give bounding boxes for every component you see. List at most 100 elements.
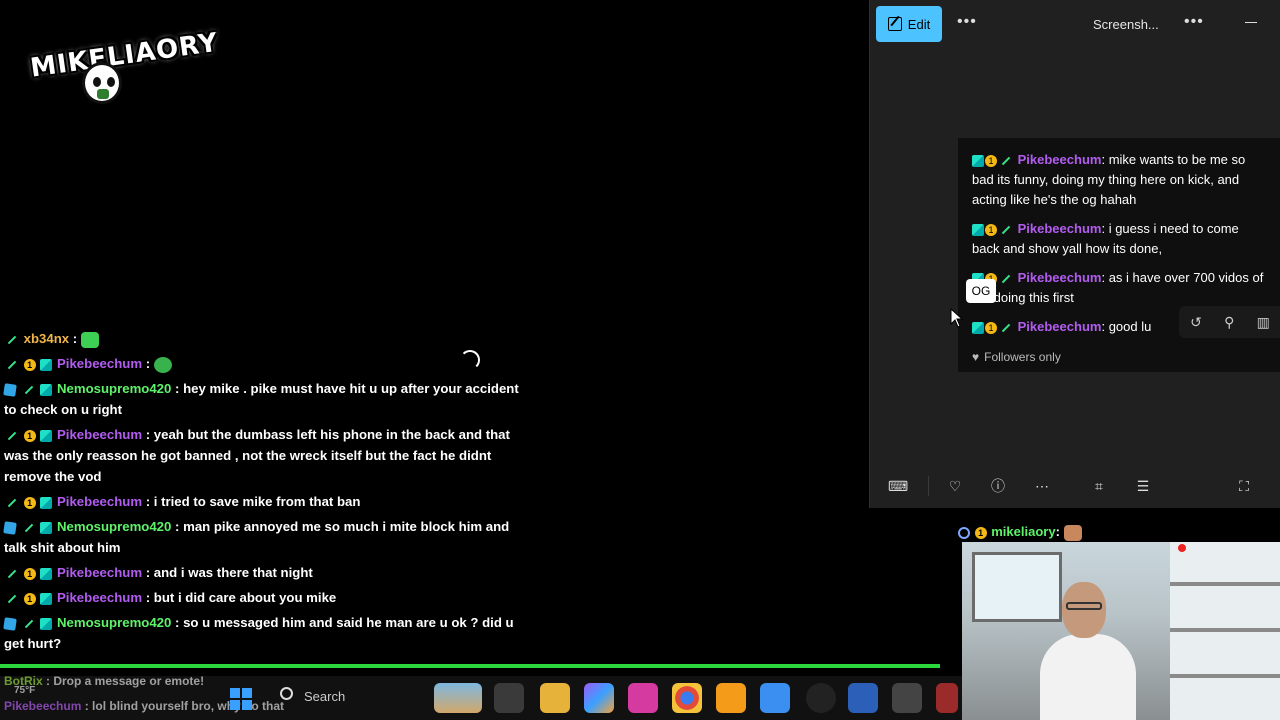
og-badge-icon — [40, 617, 53, 630]
followers-only-notice: ♥ Followers only — [972, 350, 1061, 364]
task-view-icon[interactable] — [494, 683, 524, 713]
taskbar-search[interactable]: Search — [274, 686, 424, 708]
chrome-icon[interactable] — [672, 683, 702, 713]
chat-text: i guess i need to come back and show yal… — [972, 221, 1239, 256]
weather-temp[interactable]: 75°F — [14, 683, 35, 699]
edit-button[interactable]: Edit — [876, 6, 942, 42]
recording-light-icon — [1178, 544, 1186, 552]
chat-username[interactable]: Nemosupremo420 — [57, 615, 171, 630]
chat-text: good lu — [1108, 319, 1152, 334]
og-badge-icon — [40, 383, 53, 396]
more-options-icon[interactable]: ••• — [1184, 13, 1204, 31]
fullscreen-icon[interactable]: ⛶ — [1236, 478, 1252, 494]
chat-username: Pikebeechum — [4, 699, 82, 713]
chat-message: Nemosupremo420 : hey mike . pike must ha… — [3, 381, 519, 417]
more-options-icon[interactable]: ••• — [957, 13, 977, 31]
chat-text: mike wants to be me so bad its funny, do… — [972, 152, 1246, 207]
preview-message: 1 Pikebeechum: as i have over 700 vidos … — [972, 270, 1264, 305]
chat-username[interactable]: Pikebeechum — [57, 494, 142, 509]
og-badge-icon — [40, 567, 53, 580]
followers-only-label: Followers only — [984, 350, 1061, 364]
obs-icon[interactable] — [806, 683, 836, 713]
channel-logo: MIKELIAORY — [29, 14, 220, 106]
taskbar: BotRix : Drop a message or emote! 75°F P… — [0, 674, 962, 720]
favorite-icon[interactable]: ♡ — [947, 478, 963, 494]
keyboard-icon[interactable]: ⌨ — [888, 478, 908, 494]
chat-username: Pikebeechum — [1017, 221, 1102, 236]
subscriber-badge-icon: 1 — [23, 429, 36, 442]
minimize-button[interactable] — [1245, 22, 1257, 23]
preview-message: 1 Pikebeechum: mike wants to be me so ba… — [972, 152, 1246, 207]
chat-text: as i have over 700 vidos of me doing thi… — [972, 270, 1264, 305]
reply-icon[interactable]: ↺ — [1190, 314, 1202, 331]
og-badge-icon — [40, 592, 53, 605]
file-explorer-icon[interactable] — [540, 683, 570, 713]
moderator-badge-icon — [24, 385, 33, 394]
cube-badge-icon — [3, 382, 17, 397]
chat-username[interactable]: mikeliaory — [991, 524, 1055, 539]
og-badge-icon — [40, 521, 53, 534]
chat-partial-line — [0, 316, 530, 324]
chat-username[interactable]: Pikebeechum — [57, 427, 142, 442]
trash-icon[interactable]: ▥ — [1257, 314, 1270, 331]
logo-mascot-icon — [82, 62, 122, 104]
pin-icon[interactable]: ⚲ — [1224, 314, 1234, 331]
subscriber-badge-icon: 1 — [974, 526, 987, 539]
message-actions: ↺ ⚲ ▥ — [1179, 306, 1280, 338]
chat-message: 1 mikeliaory: — [958, 524, 1280, 544]
srt-icon[interactable] — [892, 683, 922, 713]
subscriber-badge-icon: 1 — [23, 592, 36, 605]
moderator-badge-icon — [7, 360, 17, 369]
windows-start-icon[interactable] — [230, 688, 252, 710]
chat-username: Pikebeechum — [1017, 152, 1102, 167]
chat-username: Pikebeechum — [1017, 270, 1102, 285]
title-bar: Edit ••• Screensh... ••• — [870, 0, 1280, 48]
subscriber-badge-icon: 1 — [23, 496, 36, 509]
chat-username[interactable]: xb34nx — [24, 331, 69, 346]
window-title: Screensh... — [1093, 17, 1159, 32]
chat-username[interactable]: Nemosupremo420 — [57, 381, 171, 396]
word-icon[interactable] — [848, 683, 878, 713]
more-icon[interactable]: ⋯ — [1034, 478, 1050, 494]
moderator-badge-icon — [7, 335, 17, 344]
chat-username: Pikebeechum — [1017, 319, 1102, 334]
streamer-emote-icon — [1063, 524, 1082, 541]
chat-message: 1 Pikebeechum : but i did care about you… — [0, 587, 530, 608]
subscriber-badge-icon: 1 — [23, 567, 36, 580]
chat-message: 1 Pikebeechum : yeah but the dumbass lef… — [4, 427, 510, 484]
mouse-cursor-icon — [950, 308, 964, 328]
chat-username[interactable]: Pikebeechum — [57, 565, 142, 580]
moderator-badge-icon — [7, 431, 17, 440]
og-tooltip: OG — [966, 279, 996, 303]
moderator-badge-icon — [24, 619, 33, 628]
streamer-person — [1040, 582, 1136, 720]
edit-button-label: Edit — [907, 16, 931, 32]
chat-text: lol blind yourself bro, why do that — [92, 699, 285, 713]
widgets-icon[interactable] — [434, 683, 482, 713]
chat-username[interactable]: Pikebeechum — [57, 356, 142, 371]
app-icon[interactable] — [936, 683, 958, 713]
og-badge-icon — [40, 429, 53, 442]
copilot-icon[interactable] — [584, 683, 614, 713]
info-icon[interactable]: ⓘ — [990, 478, 1006, 494]
og-badge-icon — [40, 358, 53, 371]
chat-username[interactable]: Pikebeechum — [57, 590, 142, 605]
cube-badge-icon — [3, 520, 17, 535]
chat-username[interactable]: Nemosupremo420 — [57, 519, 171, 534]
chat-message: 1 Pikebeechum : — [0, 353, 530, 374]
chat-message: Nemosupremo420 : man pike annoyed me so … — [3, 519, 510, 555]
moderator-badge-icon — [7, 498, 17, 507]
snip-toolbar: ⌨ ♡ ⓘ ⋯ ⌗ ☰ ⛶ — [870, 470, 1280, 502]
moderator-badge-icon — [24, 523, 33, 532]
moderator-badge-icon — [7, 569, 17, 578]
webcam-shelf — [1170, 542, 1280, 720]
capture-icon[interactable]: ⌗ — [1091, 478, 1107, 494]
loading-spinner-icon — [460, 350, 480, 370]
sun-app-icon[interactable] — [716, 683, 746, 713]
preview-message: 1 Pikebeechum: i guess i need to come ba… — [972, 221, 1239, 256]
chat-message: 1 Pikebeechum : and i was there that nig… — [0, 562, 530, 583]
text-actions-icon[interactable]: ☰ — [1135, 478, 1151, 494]
azure-icon[interactable] — [760, 683, 790, 713]
picsart-icon[interactable] — [628, 683, 658, 713]
chat-text: but i did care about you mike — [153, 590, 337, 605]
